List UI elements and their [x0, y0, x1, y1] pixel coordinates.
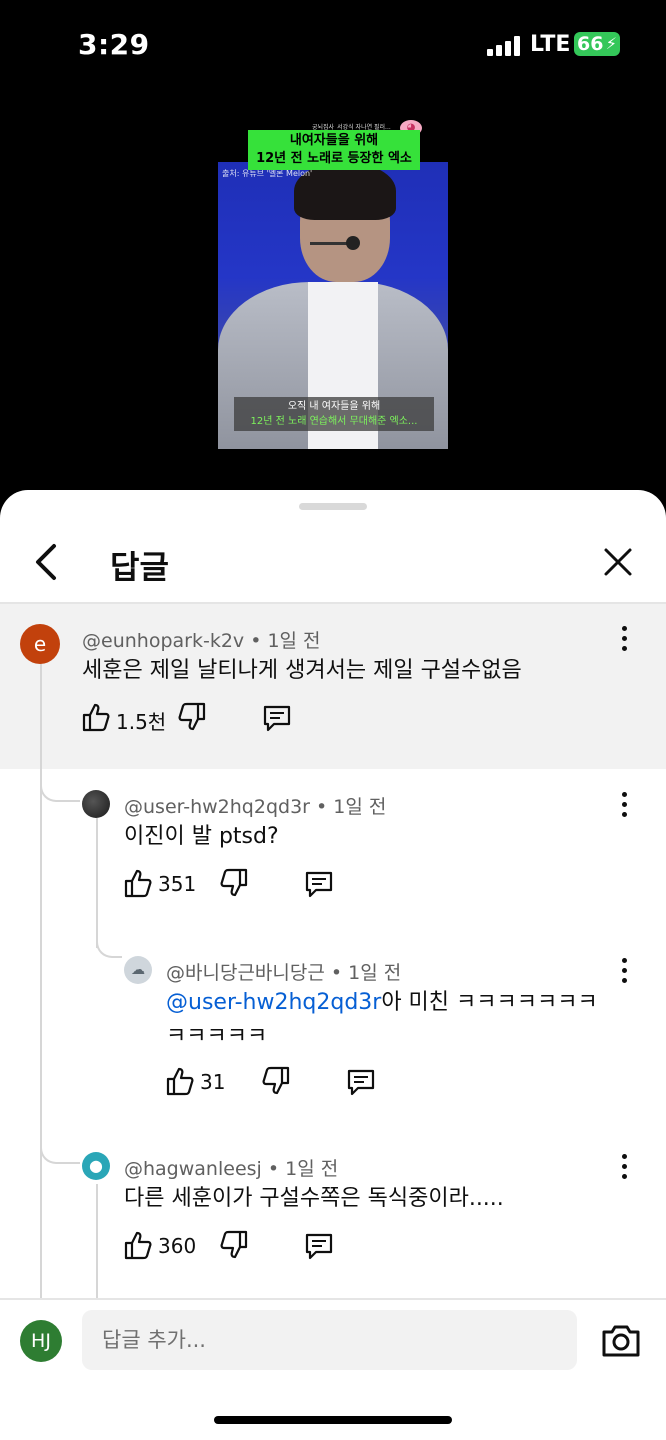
dislike-icon[interactable]: [220, 868, 248, 898]
comment-meta: @바니당근바니당근 • 1일 전: [166, 962, 402, 984]
thread-connector: [40, 780, 80, 802]
comment-text: 이진이 발 ptsd?: [124, 824, 279, 849]
more-options-icon[interactable]: [614, 790, 634, 820]
comment-actions: 31: [166, 1066, 406, 1100]
comment-meta: @user-hw2hq2qd3r • 1일 전: [124, 796, 387, 818]
comment-text: 다른 세훈이가 구설수쪽은 독식중이라.....: [124, 1186, 504, 1211]
comment-author[interactable]: @user-hw2hq2qd3r: [124, 796, 310, 818]
reply-icon[interactable]: [262, 704, 292, 732]
thread-line: [40, 655, 42, 1298]
like-icon[interactable]: [124, 1230, 152, 1260]
dislike-icon[interactable]: [178, 702, 206, 732]
sheet-title: 답글: [110, 548, 169, 586]
avatar[interactable]: ●: [82, 1152, 110, 1180]
comment-text: 세훈은 제일 날티나게 생겨서는 제일 구설수없음: [82, 658, 522, 683]
comment-author[interactable]: @바니당근바니당근: [166, 962, 325, 984]
replies-sheet: 답글 e @eunhopark-k2v • 1일 전 세훈은 제일 날티나게 생…: [0, 490, 666, 1440]
thread-connector: [96, 936, 122, 958]
like-icon[interactable]: [124, 868, 152, 898]
status-time: 3:29: [78, 28, 150, 61]
camera-icon[interactable]: [600, 1322, 642, 1360]
like-count: 360: [158, 1234, 197, 1258]
reply-icon[interactable]: [304, 870, 334, 898]
like-icon[interactable]: [82, 702, 110, 732]
thread-connector: [40, 1142, 80, 1164]
reply-input[interactable]: [82, 1310, 577, 1370]
drag-handle[interactable]: [299, 503, 367, 510]
more-options-icon[interactable]: [614, 624, 634, 654]
video-player[interactable]: 출처: 유튜브 '멜론 Melon' 오직 내 여자들을 위해 12년 전 노래…: [218, 118, 448, 450]
like-count: 1.5천: [116, 710, 167, 734]
like-icon[interactable]: [166, 1066, 194, 1096]
mention-link[interactable]: @user-hw2hq2qd3r: [166, 990, 381, 1015]
like-count: 31: [200, 1070, 226, 1094]
comment-meta: @eunhopark-k2v • 1일 전: [82, 630, 321, 652]
comment-time: 1일 전: [267, 630, 321, 652]
comment-actions: 360: [124, 1230, 364, 1264]
comment-text: @user-hw2hq2qd3r아 미친 ㅋㅋㅋㅋㅋㅋㅋ ㅋㅋㅋㅋㅋ: [166, 990, 598, 1049]
more-options-icon[interactable]: [614, 956, 634, 986]
user-avatar[interactable]: HJ: [20, 1320, 62, 1362]
thread-line: [96, 818, 98, 948]
close-icon[interactable]: [600, 544, 636, 580]
comment-author[interactable]: @hagwanleesj: [124, 1158, 262, 1180]
video-frame: 출처: 유튜브 '멜론 Melon' 오직 내 여자들을 위해 12년 전 노래…: [218, 162, 448, 449]
avatar[interactable]: [82, 790, 110, 818]
video-subtitle: 오직 내 여자들을 위해 12년 전 노래 연습해서 무대해준 엑소...: [234, 397, 434, 431]
thread-line: [96, 1184, 98, 1298]
like-count: 351: [158, 872, 197, 896]
home-indicator[interactable]: [214, 1416, 452, 1424]
more-options-icon[interactable]: [614, 1152, 634, 1182]
battery-icon: 66 ⚡: [574, 32, 620, 56]
signal-icon: [487, 36, 521, 56]
status-bar: 3:29 LTE 66 ⚡: [0, 0, 666, 90]
reply-input-bar: HJ: [0, 1298, 666, 1440]
comment-time: 1일 전: [333, 796, 387, 818]
dislike-icon[interactable]: [262, 1066, 290, 1096]
comment-time: 1일 전: [348, 962, 402, 984]
comment-meta: @hagwanleesj • 1일 전: [124, 1158, 339, 1180]
avatar[interactable]: ☁: [124, 956, 152, 984]
dislike-icon[interactable]: [220, 1230, 248, 1260]
reply-icon[interactable]: [304, 1232, 334, 1260]
comment-actions: 351: [124, 868, 364, 902]
comment-actions: 1.5천: [82, 702, 322, 736]
reply-icon[interactable]: [346, 1068, 376, 1096]
battery-level: 66: [577, 33, 604, 55]
comment-time: 1일 전: [285, 1158, 339, 1180]
avatar[interactable]: e: [20, 624, 60, 664]
network-label: LTE: [530, 32, 571, 57]
comment-author[interactable]: @eunhopark-k2v: [82, 630, 244, 652]
video-title: 내여자들을 위해 12년 전 노래로 등장한 엑소: [248, 130, 420, 170]
back-arrow-icon[interactable]: [30, 542, 64, 582]
